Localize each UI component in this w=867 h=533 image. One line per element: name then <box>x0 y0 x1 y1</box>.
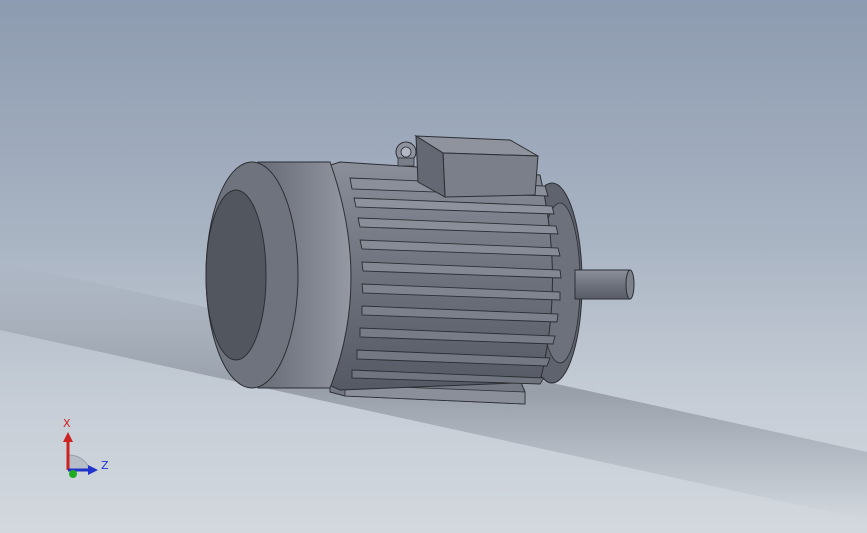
z-axis-arrow <box>88 465 98 475</box>
motor-model[interactable] <box>205 135 635 405</box>
lifting-eye <box>395 141 417 167</box>
z-axis-label: Z <box>101 459 109 472</box>
motor-shaft <box>574 269 631 300</box>
x-axis-label: X <box>63 417 71 430</box>
graphics-viewport[interactable]: X Z <box>0 0 867 533</box>
x-axis-arrow <box>63 432 73 442</box>
shaft-end <box>625 269 635 300</box>
terminal-box <box>414 135 539 198</box>
y-axis-dot <box>69 470 77 478</box>
fan-cover-face <box>205 189 267 361</box>
scene-svg: X Z <box>0 135 867 520</box>
triad-plane <box>67 454 91 471</box>
axis-triad: X Z <box>63 417 109 478</box>
